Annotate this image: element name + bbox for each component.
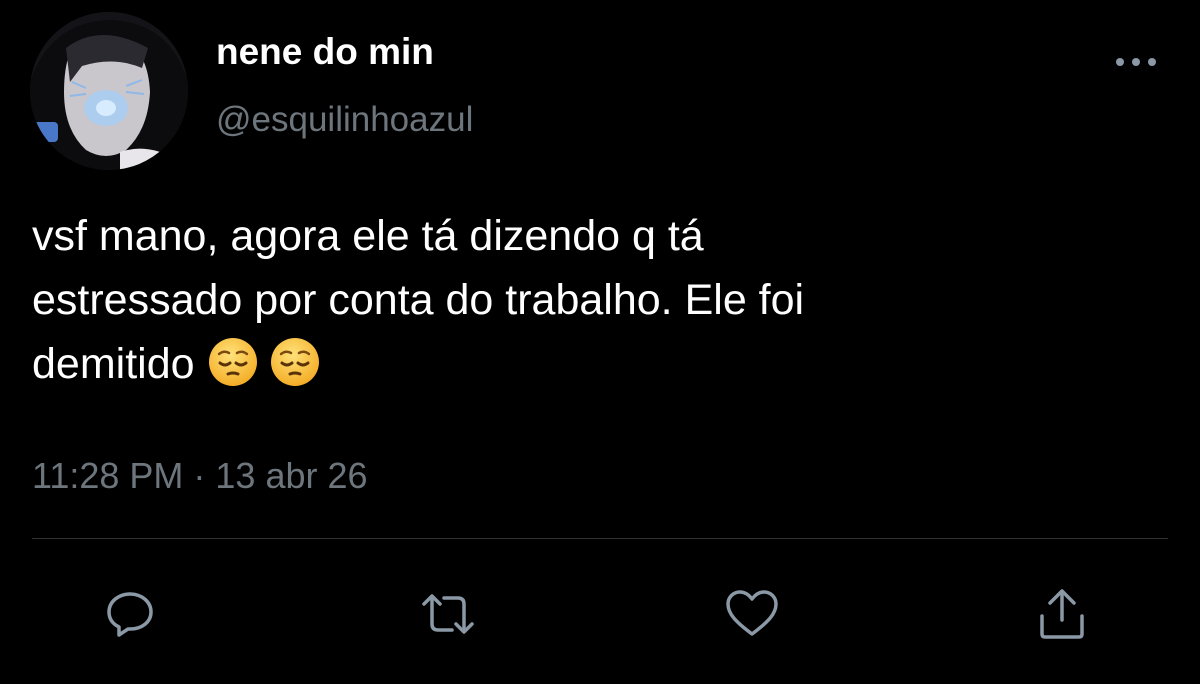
retweet-arrows-icon xyxy=(422,594,474,634)
tweet-text-line-content: demitido xyxy=(32,340,195,388)
divider xyxy=(32,538,1168,539)
speech-bubble-icon xyxy=(107,592,153,637)
reply-button[interactable] xyxy=(100,584,160,644)
like-button[interactable] xyxy=(722,584,782,644)
tweet-text-line-last: demitido xyxy=(32,332,1162,406)
share-button[interactable] xyxy=(1032,584,1092,644)
tweet-timestamp[interactable]: 11:28 PM · 13 abr 26 xyxy=(32,454,368,498)
heart-icon xyxy=(726,590,778,636)
avatar-photo-icon xyxy=(30,12,188,170)
author-name[interactable]: nene do min xyxy=(216,30,434,74)
more-options-icon[interactable] xyxy=(1112,50,1160,74)
pensive-face-icon xyxy=(207,336,259,406)
tweet-text: vsf mano, agora ele tá dizendo q tá estr… xyxy=(32,204,1162,406)
retweet-button[interactable] xyxy=(418,584,478,644)
author-handle[interactable]: @esquilinhoazul xyxy=(216,99,473,141)
tweet-text-line: estressado por conta do trabalho. Ele fo… xyxy=(32,276,805,324)
tweet-card: nene do min @esquilinhoazul vsf mano, ag… xyxy=(0,0,1200,684)
share-upload-icon xyxy=(1040,589,1084,639)
pensive-face-icon xyxy=(269,336,321,406)
avatar[interactable] xyxy=(30,12,188,170)
tweet-text-line: vsf mano, agora ele tá dizendo q tá xyxy=(32,212,704,260)
